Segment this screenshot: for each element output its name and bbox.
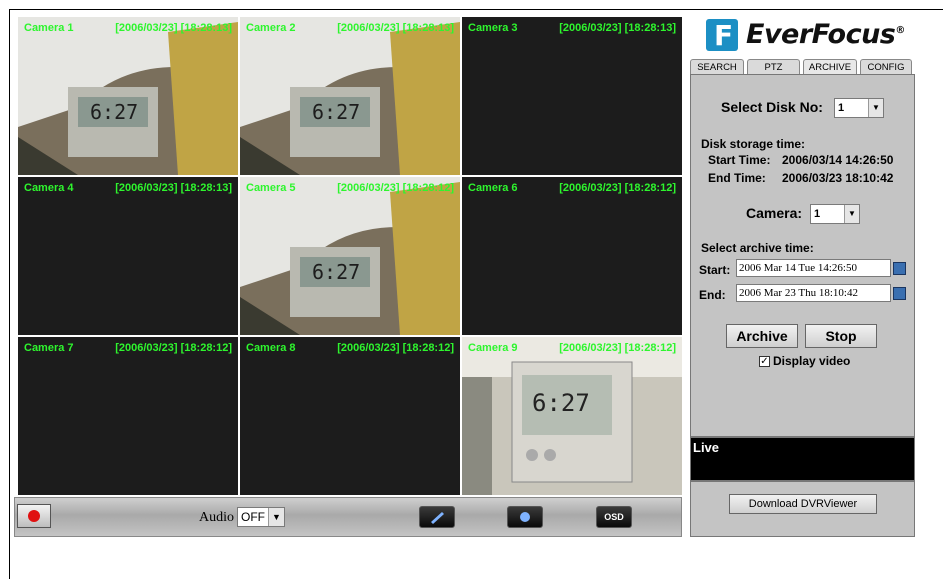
camera-5-video: 6:27	[240, 177, 460, 335]
camera-select[interactable]: 1 ▼	[810, 204, 860, 224]
camera-4-label: Camera 4	[24, 182, 74, 194]
tab-archive[interactable]: ARCHIVE	[803, 59, 857, 74]
camera-6-timestamp: [2006/03/23] [18:28:12]	[559, 182, 676, 194]
camera-view-3[interactable]: Camera 3 [2006/03/23] [18:28:13]	[462, 17, 682, 175]
start-time-label: Start Time:	[708, 153, 771, 167]
everfocus-logo-icon: F	[706, 19, 738, 52]
audio-select-value: OFF	[241, 510, 265, 524]
calendar-icon[interactable]	[893, 262, 906, 275]
tab-ptz[interactable]: PTZ	[747, 59, 800, 74]
record-icon	[28, 510, 40, 522]
camera-8-timestamp: [2006/03/23] [18:28:12]	[337, 342, 454, 354]
camera-label: Camera:	[746, 205, 803, 221]
start-datetime-input[interactable]: 2006 Mar 14 Tue 14:26:50	[736, 259, 891, 277]
calendar-icon[interactable]	[893, 287, 906, 300]
storage-time-label: Disk storage time:	[701, 137, 806, 151]
camera-1-timestamp: [2006/03/23] [18:28:13]	[115, 22, 232, 34]
svg-text:6:27: 6:27	[532, 389, 590, 417]
camera-5-label: Camera 5	[246, 182, 296, 194]
download-area: Download DVRViewer	[690, 481, 915, 537]
camera-5-timestamp: [2006/03/23] [18:28:12]	[337, 182, 454, 194]
end-datetime-input[interactable]: 2006 Mar 23 Thu 18:10:42	[736, 284, 891, 302]
record-button[interactable]	[17, 504, 51, 528]
audio-select[interactable]: OFF ▼	[237, 507, 285, 527]
pen-icon	[431, 512, 444, 524]
camera-view-2[interactable]: 6:27 Camera 2 [2006/03/23] [18:28:13]	[240, 17, 460, 175]
camera-4-timestamp: [2006/03/23] [18:28:13]	[115, 182, 232, 194]
end-time-value: 2006/03/23 18:10:42	[782, 171, 894, 185]
start-label: Start:	[699, 263, 731, 277]
display-video-label: Display video	[773, 354, 851, 368]
camera-view-5[interactable]: 6:27 Camera 5 [2006/03/23] [18:28:12]	[240, 177, 460, 335]
end-label: End:	[699, 288, 726, 302]
snapshot-button[interactable]	[419, 506, 455, 528]
download-dvrviewer-button[interactable]: Download DVRViewer	[729, 494, 877, 514]
archive-button[interactable]: Archive	[726, 324, 798, 348]
camera-view-9[interactable]: 6:27 Camera 9 [2006/03/23] [18:28:12]	[462, 337, 682, 495]
camera-3-label: Camera 3	[468, 22, 518, 34]
camera-7-timestamp: [2006/03/23] [18:28:12]	[115, 342, 232, 354]
svg-text:6:27: 6:27	[90, 100, 138, 124]
chevron-down-icon: ▼	[868, 99, 883, 117]
brand-logo: F EverFocus®	[690, 14, 915, 60]
camera-icon	[520, 512, 530, 522]
select-disk-label: Select Disk No:	[721, 99, 823, 115]
camera-2-timestamp: [2006/03/23] [18:28:13]	[337, 22, 454, 34]
svg-text:6:27: 6:27	[312, 260, 360, 284]
camera-3-timestamp: [2006/03/23] [18:28:13]	[559, 22, 676, 34]
svg-text:6:27: 6:27	[312, 100, 360, 124]
chevron-down-icon: ▼	[268, 508, 284, 526]
camera-view-6[interactable]: Camera 6 [2006/03/23] [18:28:12]	[462, 177, 682, 335]
camera-7-label: Camera 7	[24, 342, 74, 354]
camera-9-label: Camera 9	[468, 342, 518, 354]
osd-button[interactable]: OSD	[596, 506, 632, 528]
status-display: Live	[690, 437, 915, 481]
control-panel: F EverFocus® SEARCH PTZ ARCHIVE CONFIG S…	[690, 14, 915, 537]
bottom-toolbar: Audio OFF ▼ OSD	[14, 497, 682, 537]
camera-6-label: Camera 6	[468, 182, 518, 194]
select-archive-label: Select archive time:	[701, 241, 814, 255]
chevron-down-icon: ▼	[844, 205, 859, 223]
archive-panel: Select Disk No: 1 ▼ Disk storage time: S…	[690, 74, 915, 437]
camera-9-timestamp: [2006/03/23] [18:28:12]	[559, 342, 676, 354]
video-button[interactable]	[507, 506, 543, 528]
camera-view-4[interactable]: Camera 4 [2006/03/23] [18:28:13]	[18, 177, 238, 335]
camera-view-1[interactable]: 6:27 Camera 1 [2006/03/23] [18:28:13]	[18, 17, 238, 175]
camera-9-video: 6:27	[462, 337, 682, 495]
camera-2-video: 6:27	[240, 17, 460, 175]
end-time-label: End Time:	[708, 171, 766, 185]
display-video-checkbox[interactable]: ✓	[759, 356, 770, 367]
camera-select-value: 1	[814, 208, 821, 220]
audio-label: Audio	[199, 510, 234, 525]
tab-bar: SEARCH PTZ ARCHIVE CONFIG	[690, 59, 915, 75]
stop-button[interactable]: Stop	[805, 324, 877, 348]
camera-view-8[interactable]: Camera 8 [2006/03/23] [18:28:12]	[240, 337, 460, 495]
camera-grid: 6:27 Camera 1 [2006/03/23] [18:28:13] 6:…	[16, 15, 686, 496]
camera-view-7[interactable]: Camera 7 [2006/03/23] [18:28:12]	[18, 337, 238, 495]
camera-8-label: Camera 8	[246, 342, 296, 354]
disk-select[interactable]: 1 ▼	[834, 98, 884, 118]
brand-name: EverFocus®	[746, 19, 905, 50]
disk-select-value: 1	[838, 102, 845, 114]
camera-2-label: Camera 2	[246, 22, 296, 34]
status-text: Live	[693, 440, 720, 455]
tab-config[interactable]: CONFIG	[860, 59, 912, 74]
tab-search[interactable]: SEARCH	[690, 59, 744, 74]
camera-1-label: Camera 1	[24, 22, 74, 34]
start-time-value: 2006/03/14 14:26:50	[782, 153, 894, 167]
camera-1-video: 6:27	[18, 17, 238, 175]
